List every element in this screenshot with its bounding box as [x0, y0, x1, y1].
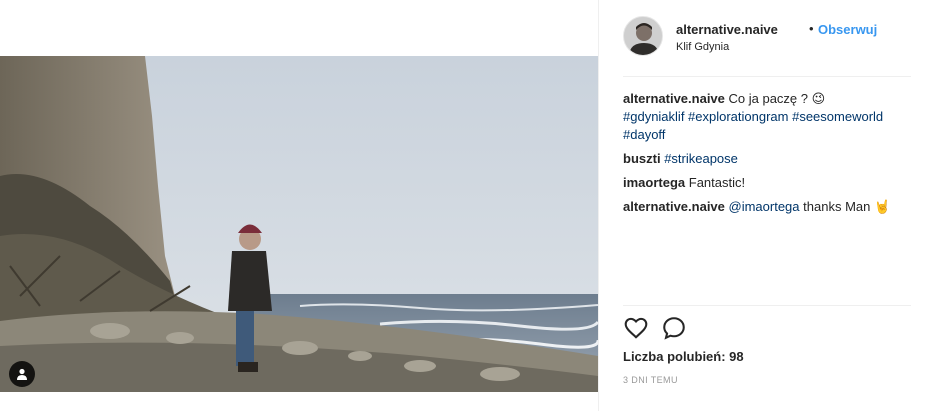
comment-hashtags[interactable]: #strikeapose: [664, 151, 738, 166]
comment-text: Fantastic!: [688, 175, 746, 190]
comments-list: alternative.naive Co ja paczę ? 😉 #gdyni…: [623, 90, 913, 222]
comment-username[interactable]: alternative.naive: [623, 91, 725, 106]
comment-text: Co ja paczę ? 😉: [728, 91, 826, 106]
post-timestamp[interactable]: 3 dni temu: [623, 375, 678, 385]
avatar[interactable]: [623, 16, 663, 56]
divider: [623, 305, 911, 306]
comment-item: buszti #strikeapose: [623, 150, 913, 168]
post-author-username[interactable]: alternative.naive: [676, 22, 778, 37]
comment-caption: alternative.naive Co ja paczę ? 😉 #gdyni…: [623, 90, 913, 144]
comment-icon[interactable]: [661, 315, 687, 341]
follow-button[interactable]: Obserwuj: [818, 22, 877, 37]
heart-icon[interactable]: [623, 315, 649, 341]
media-pane: [0, 0, 598, 411]
post-header: alternative.naive • Obserwuj Klif Gdynia: [623, 16, 913, 60]
post-photo[interactable]: [0, 56, 598, 392]
comment-username[interactable]: alternative.naive: [623, 199, 725, 214]
like-count[interactable]: Liczba polubień: 98: [623, 349, 744, 364]
post-side-panel: alternative.naive • Obserwuj Klif Gdynia…: [598, 0, 926, 411]
comment-username[interactable]: imaortega: [623, 175, 685, 190]
comment-text: thanks Man 🤘: [803, 199, 891, 214]
location-link[interactable]: Klif Gdynia: [676, 41, 729, 53]
comment-item: imaortega Fantastic!: [623, 174, 913, 192]
beach-photo-illustration: [0, 56, 598, 392]
user-tag-icon[interactable]: [9, 361, 35, 387]
comment-hashtags[interactable]: #gdyniaklif #explorationgram #seesomewor…: [623, 109, 883, 142]
divider: [623, 76, 911, 77]
header-separator: •: [809, 21, 814, 36]
comment-username[interactable]: buszti: [623, 151, 661, 166]
comment-item: alternative.naive @imaortega thanks Man …: [623, 198, 913, 216]
comment-mention[interactable]: @imaortega: [729, 199, 800, 214]
